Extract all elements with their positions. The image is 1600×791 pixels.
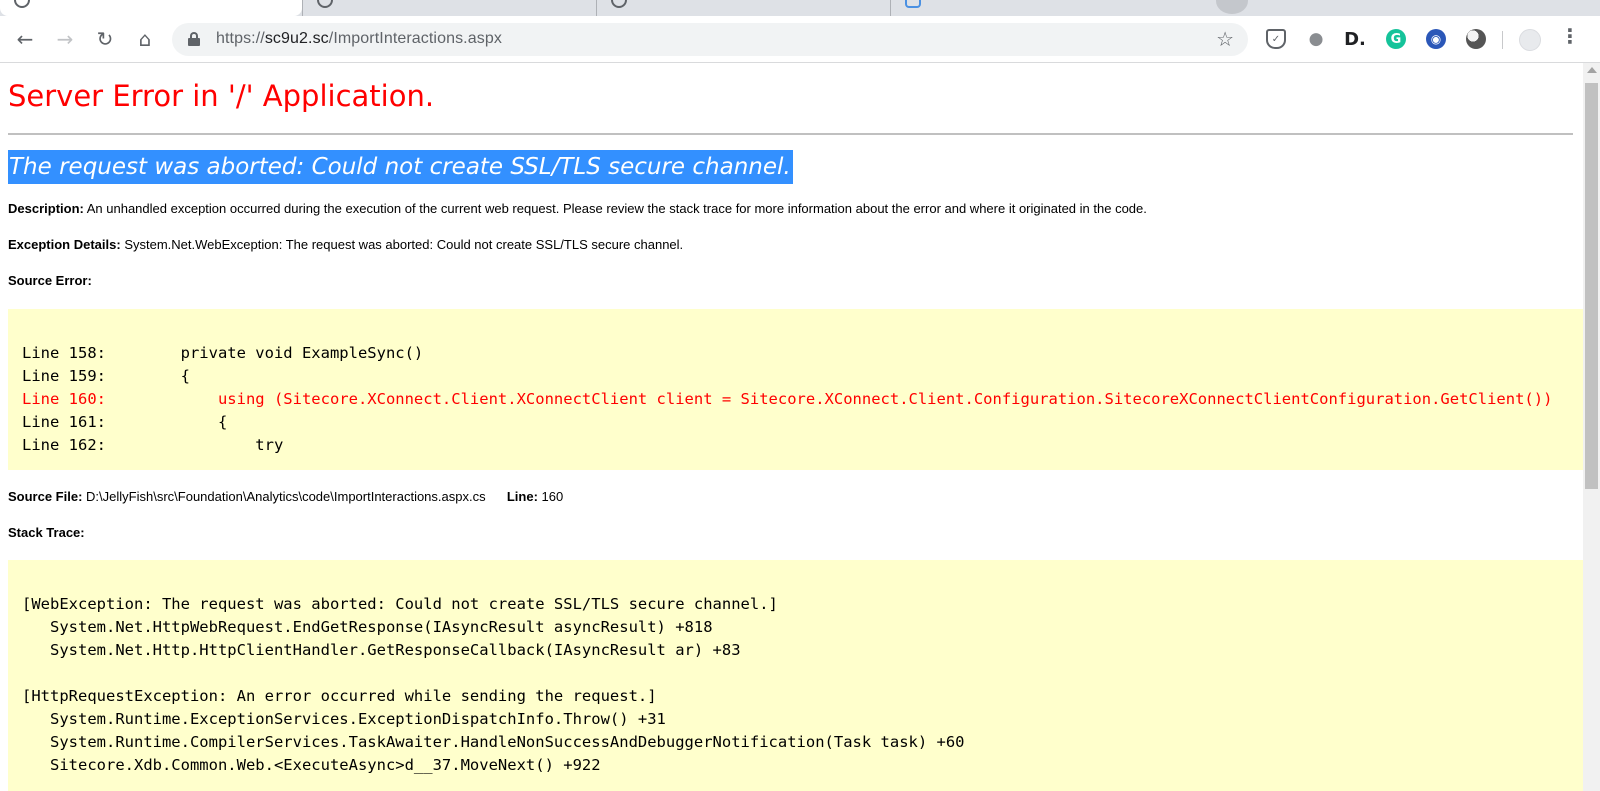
description-label: Description:: [8, 201, 84, 216]
stack-line: [WebException: The request was aborted: …: [22, 595, 778, 613]
line-label: Line:: [506, 489, 538, 504]
tab-favicon-icon: [317, 0, 333, 8]
page-title: Server Error in '/' Application.: [8, 79, 435, 113]
reload-button[interactable]: ↻: [89, 23, 121, 55]
vertical-scrollbar[interactable]: [1583, 63, 1600, 791]
tab-3[interactable]: [596, 0, 890, 16]
source-code-block: Line 158: private void ExampleSync() Line…: [8, 309, 1583, 470]
source-error-line: Source Error:: [8, 273, 92, 288]
description-line: Description: An unhandled exception occu…: [8, 201, 1147, 216]
code-line: Line 159: {: [22, 367, 190, 385]
exception-details-label: Exception Details:: [8, 237, 121, 252]
grammarly-extension-icon[interactable]: G: [1386, 29, 1406, 49]
exception-details-line: Exception Details: System.Net.WebExcepti…: [8, 237, 683, 252]
tab-favicon-icon: [905, 0, 921, 8]
tab-strip: [0, 0, 1600, 16]
stack-line: [HttpRequestException: An error occurred…: [22, 687, 657, 705]
stack-line: Sitecore.Xdb.Common.Web.<ExecuteAsync>d_…: [22, 756, 601, 774]
d-extension-icon[interactable]: D.: [1344, 29, 1366, 50]
browser-toolbar: ← → ↻ ⌂ https://sc9u2.sc/ImportInteracti…: [0, 16, 1600, 63]
line-number: 160: [541, 489, 564, 504]
divider: [8, 133, 1573, 135]
page-content: Server Error in '/' Application. The req…: [0, 63, 1583, 791]
reload-icon: ↻: [96, 27, 114, 51]
stack-line: System.Runtime.ExceptionServices.Excepti…: [22, 710, 666, 728]
stack-trace-line: Stack Trace:: [8, 525, 85, 540]
stack-trace-label: Stack Trace:: [8, 525, 85, 540]
description-text: An unhandled exception occurred during t…: [86, 201, 1147, 216]
circle-extension-icon[interactable]: [1466, 29, 1486, 49]
stack-line: [22, 662, 1583, 685]
new-tab-button[interactable]: [1216, 0, 1248, 14]
tab-2[interactable]: [302, 0, 596, 16]
scroll-up-arrow-icon[interactable]: [1587, 67, 1597, 73]
toolbar-divider: [1502, 31, 1503, 49]
code-line: Line 161: {: [22, 413, 228, 431]
code-line: Line 162: try: [22, 436, 284, 454]
camera-extension-icon[interactable]: ●: [1306, 29, 1326, 49]
tab-favicon-icon: [611, 0, 627, 8]
stack-trace-block: [WebException: The request was aborted: …: [8, 560, 1583, 791]
stack-line: System.Runtime.CompilerServices.TaskAwai…: [22, 733, 965, 751]
exception-details-text: System.Net.WebException: The request was…: [124, 237, 684, 252]
lock-icon[interactable]: [188, 32, 200, 46]
tab-favicon-icon: [14, 0, 30, 8]
url-path: /ImportInteractions.aspx: [328, 30, 502, 47]
address-bar[interactable]: https://sc9u2.sc/ImportInteractions.aspx…: [172, 23, 1248, 56]
bookmark-star-icon[interactable]: ☆: [1216, 27, 1234, 51]
source-file-line: Source File: D:\JellyFish\src\Foundation…: [8, 489, 563, 504]
tab-4[interactable]: [890, 0, 1184, 16]
code-line-error: Line 160: using (Sitecore.XConnect.Clien…: [22, 390, 1553, 408]
profile-avatar[interactable]: [1519, 29, 1541, 51]
pocket-extension-icon[interactable]: ✓: [1266, 29, 1286, 49]
tab-active[interactable]: [0, 0, 302, 16]
menu-dots-icon[interactable]: ⋮: [1560, 24, 1580, 48]
source-file-label: Source File:: [8, 489, 83, 504]
url-scheme: https://: [216, 30, 265, 47]
scrollbar-thumb[interactable]: [1585, 83, 1598, 489]
home-button[interactable]: ⌂: [129, 23, 161, 55]
arrow-left-icon: ←: [16, 27, 34, 51]
back-button[interactable]: ←: [9, 23, 41, 55]
source-error-label: Source Error:: [8, 273, 92, 288]
code-line: Line 158: private void ExampleSync(): [22, 344, 424, 362]
globe-extension-icon[interactable]: ◉: [1426, 29, 1446, 49]
url-text[interactable]: https://sc9u2.sc/ImportInteractions.aspx: [216, 30, 502, 48]
source-file-path: D:\JellyFish\src\Foundation\Analytics\co…: [86, 489, 486, 504]
stack-line: System.Net.HttpWebRequest.EndGetResponse…: [22, 618, 713, 636]
forward-button[interactable]: →: [49, 23, 81, 55]
arrow-right-icon: →: [56, 27, 74, 51]
url-host: sc9u2.sc: [264, 30, 329, 47]
home-icon: ⌂: [138, 27, 152, 51]
error-heading: The request was aborted: Could not creat…: [8, 150, 793, 184]
stack-line: System.Net.Http.HttpClientHandler.GetRes…: [22, 641, 741, 659]
